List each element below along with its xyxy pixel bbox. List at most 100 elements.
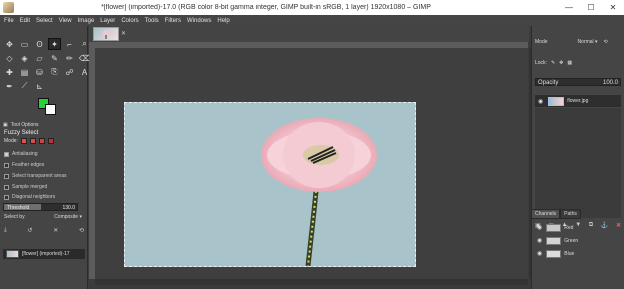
select-transparent-label: Select transparent areas (12, 173, 67, 179)
feather-edges-checkbox[interactable] (4, 162, 9, 168)
mode-intersect-button[interactable] (47, 138, 54, 144)
minimize-button[interactable]: — (558, 0, 580, 15)
crop-icon[interactable]: ⌐ (63, 38, 76, 50)
lock-pixels-icon[interactable]: ✎ (551, 60, 555, 66)
clone-icon[interactable]: ⎘ (48, 66, 61, 78)
flower-image-tab[interactable] (93, 27, 119, 41)
antialiasing-label: Antialiasing (12, 151, 38, 157)
visibility-eye-icon[interactable]: ◉ (538, 98, 543, 105)
lock-position-icon[interactable]: ✥ (559, 60, 563, 66)
sample-merged-checkbox[interactable] (4, 184, 9, 190)
menu-edit[interactable]: Edit (20, 18, 30, 24)
option-antialiasing[interactable]: Antialiasing (4, 151, 38, 157)
mode-subtract-button[interactable] (38, 138, 45, 144)
menu-layer[interactable]: Layer (100, 18, 115, 24)
maximize-button[interactable]: ☐ (580, 0, 602, 15)
opacity-label: Opacity (538, 80, 559, 86)
tab-channels[interactable]: Channels (531, 209, 561, 219)
image-list-item[interactable]: [flower] (imported)-17 (3, 249, 85, 259)
lock-row: Lock: ✎ ✥ ▦ (535, 60, 623, 66)
menu-view[interactable]: View (59, 18, 72, 24)
menu-bar: File Edit Select View Image Layer Colors… (0, 15, 624, 26)
menu-help[interactable]: Help (217, 18, 229, 24)
threshold-slider[interactable]: Threshold 130.0 (3, 203, 78, 211)
gimp-logo-icon (3, 2, 14, 13)
visibility-eye-icon[interactable]: ◉ (537, 250, 542, 257)
lasso-icon[interactable]: ʘ (33, 38, 46, 50)
mode-add-button[interactable] (29, 138, 36, 144)
visibility-eye-icon[interactable]: ◉ (537, 237, 542, 244)
mode-replace-button[interactable] (20, 138, 27, 144)
menu-tools[interactable]: Tools (145, 18, 159, 24)
channel-thumbnail (546, 249, 562, 258)
bucket-icon[interactable]: ⛁ (33, 66, 46, 78)
gerbera-flower (125, 103, 415, 267)
transform-icon[interactable]: ◇ (3, 52, 16, 64)
mode-row: Mode: (4, 138, 54, 144)
option-feather-edges[interactable]: Feather edges (4, 162, 44, 168)
delete-options-icon[interactable]: ✕ (53, 227, 58, 234)
lock-alpha-icon[interactable]: ▦ (567, 60, 572, 66)
diagonal-neighbors-checkbox[interactable] (4, 194, 9, 200)
restore-options-icon[interactable]: ↺ (27, 227, 32, 234)
measure-icon[interactable]: ⊾ (33, 80, 46, 92)
channel-name: Green (564, 237, 579, 244)
path-icon[interactable]: ✒ (3, 80, 16, 92)
close-tab-icon[interactable]: ✕ (121, 30, 126, 37)
fuzzy-select-icon[interactable]: ✦ (48, 38, 61, 50)
channel-blue[interactable]: ◉ Blue (534, 248, 620, 259)
option-select-transparent[interactable]: Select transparent areas (4, 173, 66, 179)
threshold-label: Threshold (7, 205, 30, 211)
channel-green[interactable]: ◉ Green (534, 235, 620, 246)
flower-image[interactable] (124, 102, 416, 267)
move-icon[interactable]: ✥ (3, 38, 16, 50)
layer-item[interactable]: ◉ flower.jpg (535, 95, 621, 107)
feather-edges-label: Feather edges (12, 162, 45, 168)
blend-icon[interactable]: ▤ (18, 66, 31, 78)
window-title: *[flower] (imported)-17.0 (RGB color 8-b… (101, 4, 431, 11)
pencil-icon[interactable]: ✏ (63, 52, 76, 64)
reset-mode-icon[interactable]: ⟲ (604, 39, 608, 45)
tool-options-tab-label: Tool Options (10, 121, 39, 128)
tab-paths[interactable]: Paths (560, 209, 581, 219)
background-color-swatch[interactable] (45, 104, 56, 115)
reset-options-icon[interactable]: ⟲ (79, 227, 84, 234)
option-diagonal-neighbors[interactable]: Diagonal neighbors (4, 194, 55, 200)
tool-options-tab[interactable]: ▣ Tool Options (3, 120, 85, 129)
image-tabs: ✕ (89, 26, 529, 42)
rect-select-icon[interactable]: ▭ (18, 38, 31, 50)
layer-list-empty (535, 108, 621, 218)
paint-icon[interactable]: ✎ (48, 52, 61, 64)
menu-colors[interactable]: Colors (121, 18, 138, 24)
menu-select[interactable]: Select (36, 18, 53, 24)
antialiasing-checkbox[interactable] (4, 151, 9, 157)
option-sample-merged[interactable]: Sample merged (4, 184, 47, 190)
menu-image[interactable]: Image (78, 18, 95, 24)
smudge-icon[interactable]: ☍ (63, 66, 76, 78)
menu-filters[interactable]: Filters (165, 18, 181, 24)
layer-mode-label: Mode (535, 39, 548, 45)
picker-icon[interactable]: ⟋ (18, 80, 31, 92)
select-transparent-checkbox[interactable] (4, 173, 9, 179)
tool-options-actions: ⤓ ↺ ✕ ⟲ (4, 227, 84, 234)
image-thumbnail (6, 250, 19, 258)
threshold-value: 130.0 (62, 205, 75, 211)
save-options-icon[interactable]: ⤓ (4, 227, 7, 234)
layer-mode-dropdown[interactable]: Normal ▾ (578, 39, 598, 45)
title-bar: *[flower] (imported)-17.0 (RGB color 8-b… (0, 0, 624, 15)
tool-options-icon: ▣ (3, 121, 8, 128)
heal-icon[interactable]: ✚ (3, 66, 16, 78)
opacity-slider[interactable]: Opacity 100.0 (535, 78, 621, 86)
close-button[interactable]: ✕ (602, 0, 624, 15)
warp-icon[interactable]: ◈ (18, 52, 31, 64)
menu-windows[interactable]: Windows (187, 18, 211, 24)
menu-file[interactable]: File (4, 18, 14, 24)
select-by-dropdown[interactable]: Composite ▾ (54, 214, 82, 220)
sample-merged-label: Sample merged (12, 184, 48, 190)
chevron-down-icon: ▾ (595, 39, 598, 45)
visibility-eye-icon[interactable]: ◉ (537, 224, 542, 231)
layer-name[interactable]: flower.jpg (567, 98, 588, 104)
channel-red[interactable]: ◉ Red (534, 222, 620, 233)
chevron-down-icon: ▾ (79, 214, 82, 220)
perspective-icon[interactable]: ▱ (33, 52, 46, 64)
